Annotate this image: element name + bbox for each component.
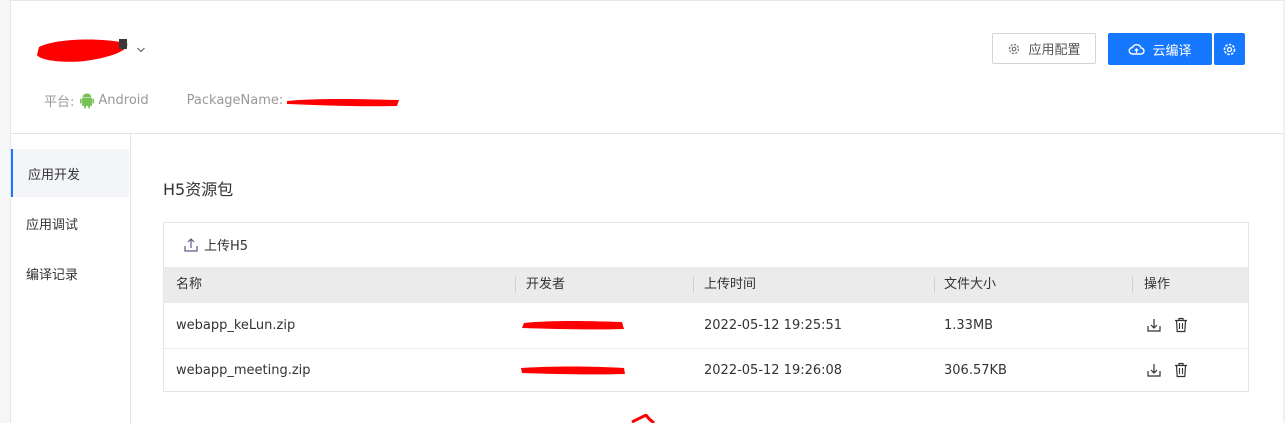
sidebar-item-app-debug[interactable]: 应用调试 (11, 199, 129, 247)
package-label: PackageName: (186, 93, 284, 108)
app-config-button[interactable]: 应用配置 (992, 33, 1096, 64)
sidebar-item-label: 应用开发 (28, 167, 81, 183)
section-title: H5资源包 (163, 180, 234, 199)
file-name: webapp_keLun.zip (176, 318, 296, 333)
platform-label: 平台: (44, 95, 75, 110)
table-row: webapp_meeting.zip 2022-05-12 19:26:08 3… (164, 348, 1248, 393)
app-header: 平台: Android PackageName: 应用配置 云编译 (11, 1, 1283, 134)
column-divider (515, 277, 516, 293)
delete-button[interactable] (1174, 362, 1188, 378)
trash-icon (1175, 317, 1187, 333)
app-switcher[interactable] (35, 35, 146, 65)
table-header: 名称 开发者 上传时间 文件大小 操作 (164, 267, 1248, 303)
sidebar-item-app-dev[interactable]: 应用开发 (11, 149, 129, 197)
download-icon (1147, 364, 1161, 377)
upload-time: 2022-05-12 19:26:08 (704, 363, 843, 378)
column-header-name: 名称 (176, 277, 203, 292)
sidebar-item-label: 编译记录 (26, 267, 79, 283)
cloud-icon (1129, 44, 1146, 55)
column-header-upload-time: 上传时间 (704, 277, 757, 292)
column-divider (1132, 277, 1133, 293)
redacted-package-name (287, 98, 400, 106)
column-header-file-size: 文件大小 (944, 277, 997, 292)
download-button[interactable] (1146, 317, 1162, 333)
download-icon (1147, 319, 1161, 332)
sidebar: 应用开发 应用调试 编译记录 (11, 134, 131, 423)
delete-button[interactable] (1174, 317, 1188, 333)
cloud-compile-button[interactable]: 云编译 (1108, 33, 1212, 65)
window-left-gutter (0, 0, 10, 423)
trash-icon (1175, 362, 1187, 378)
file-size: 306.57KB (944, 363, 1007, 378)
gear-icon (1009, 43, 1020, 54)
column-header-developer: 开发者 (526, 277, 566, 292)
redacted-developer (522, 321, 624, 330)
compile-settings-button[interactable] (1214, 33, 1245, 65)
upload-h5-button[interactable]: 上传H5 (183, 235, 248, 254)
column-header-actions: 操作 (1144, 277, 1171, 292)
app-config-label: 应用配置 (1028, 43, 1081, 58)
gear-icon (1223, 43, 1236, 55)
sidebar-item-label: 应用调试 (26, 217, 79, 233)
android-icon (80, 93, 95, 108)
cloud-compile-label: 云编译 (1152, 43, 1192, 59)
sidebar-item-build-records[interactable]: 编译记录 (11, 249, 129, 297)
upload-h5-label: 上传H5 (204, 239, 249, 254)
row-actions (1146, 317, 1200, 333)
chevron-down-icon[interactable] (136, 45, 146, 55)
file-name: webapp_meeting.zip (176, 363, 311, 378)
download-button[interactable] (1146, 362, 1162, 378)
redacted-developer (521, 366, 625, 375)
column-divider (934, 277, 935, 293)
h5-package-panel: 上传H5 名称 开发者 上传时间 文件大小 操作 webapp_keLun.zi… (163, 222, 1249, 392)
table-row: webapp_keLun.zip 2022-05-12 19:25:51 1.3… (164, 303, 1248, 349)
annotation-arrow-mark (631, 414, 655, 423)
platform-value: Android (98, 93, 149, 108)
app-meta: 平台: Android PackageName: (44, 91, 400, 110)
redacted-app-name (37, 39, 128, 62)
row-actions (1146, 362, 1200, 378)
column-divider (693, 277, 694, 293)
file-size: 1.33MB (944, 318, 994, 333)
upload-time: 2022-05-12 19:25:51 (704, 318, 843, 333)
upload-icon (184, 237, 198, 252)
